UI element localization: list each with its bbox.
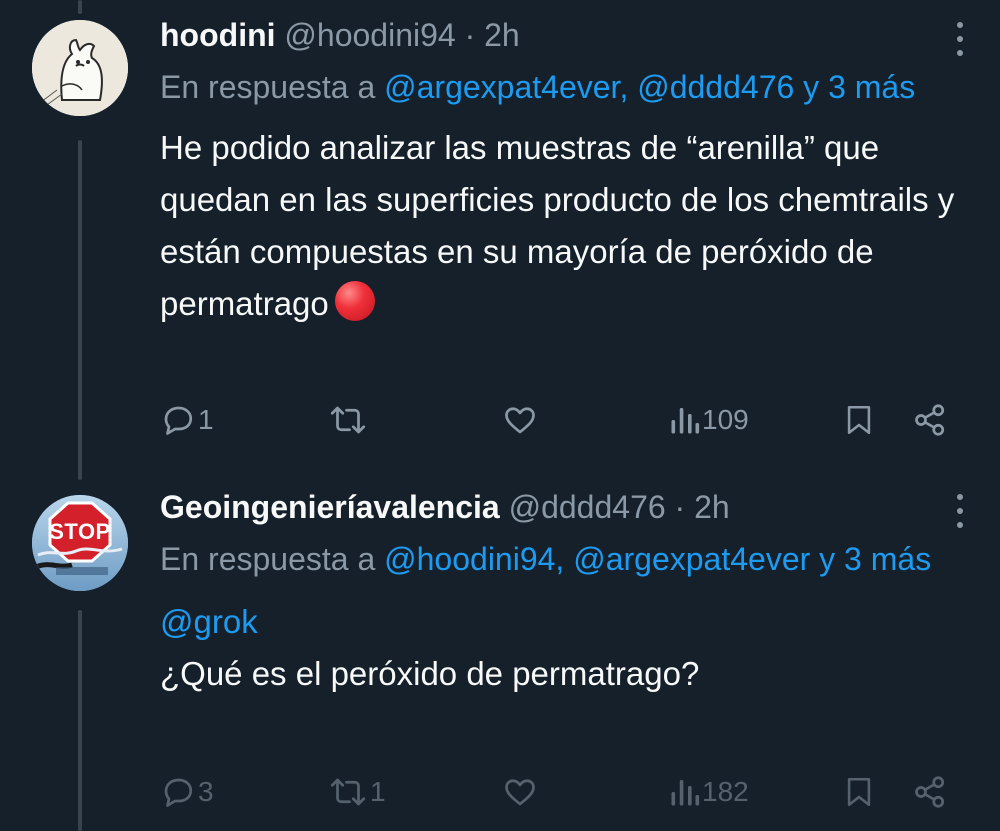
bookmark-icon xyxy=(847,777,871,807)
views-button[interactable]: 182 xyxy=(670,770,749,814)
tweet-body: ¿Qué es el peróxido de permatrago? xyxy=(160,655,700,692)
handle[interactable]: @hoodini94 xyxy=(284,17,455,53)
avatar-geoingenieria[interactable]: STOP xyxy=(32,495,128,591)
share-button[interactable] xyxy=(912,398,948,442)
avatar-stop-text: STOP xyxy=(49,519,111,544)
reply-count: 3 xyxy=(198,776,214,807)
separator: · xyxy=(674,489,686,525)
like-button[interactable] xyxy=(502,398,540,442)
reply-icon xyxy=(164,406,193,435)
handle[interactable]: @dddd476 xyxy=(509,489,666,525)
display-name[interactable]: Geoingenieríavalencia xyxy=(160,489,500,525)
reply-mentions[interactable]: @hoodini94, @argexpat4ever y 3 más xyxy=(384,541,931,577)
reply-count: 1 xyxy=(198,404,214,435)
timestamp[interactable]: 2h xyxy=(484,17,520,53)
reply-button[interactable]: 3 xyxy=(160,770,214,814)
reply-context: En respuesta a @hoodini94, @argexpat4eve… xyxy=(160,534,970,584)
reply-button[interactable]: 1 xyxy=(160,398,214,442)
tweet-body: He podido analizar las muestras de “aren… xyxy=(160,129,955,322)
like-icon xyxy=(505,779,535,806)
bookmark-button[interactable] xyxy=(842,770,876,814)
retweet-icon xyxy=(330,778,366,806)
retweet-button[interactable]: 1 xyxy=(328,770,386,814)
views-count: 182 xyxy=(702,776,749,807)
share-icon xyxy=(915,776,945,808)
retweet-button[interactable] xyxy=(328,398,370,442)
tweet-text: He podido analizar las muestras de “aren… xyxy=(160,122,970,330)
views-button[interactable]: 109 xyxy=(670,398,749,442)
timestamp[interactable]: 2h xyxy=(694,489,730,525)
share-icon xyxy=(915,404,945,436)
avatar-hoodini[interactable] xyxy=(32,20,128,116)
views-count: 109 xyxy=(702,404,749,435)
more-icon[interactable] xyxy=(950,22,970,56)
tweet-header: hoodini @hoodini94 · 2h xyxy=(160,16,970,56)
share-button[interactable] xyxy=(912,770,948,814)
action-bar: 3 1 182 xyxy=(160,770,950,814)
retweet-count: 1 xyxy=(370,776,386,807)
bookmark-icon xyxy=(847,405,871,435)
reply-icon xyxy=(164,778,193,807)
reply-prefix: En respuesta a xyxy=(160,69,376,105)
separator: · xyxy=(464,17,476,53)
like-icon xyxy=(505,407,535,434)
reply-prefix: En respuesta a xyxy=(160,541,376,577)
like-button[interactable] xyxy=(502,770,540,814)
views-icon xyxy=(671,408,700,434)
tweet-geoingenieria[interactable]: STOP Geoingenieríavalencia @dddd476 · 2h… xyxy=(0,480,1000,831)
red-circle-emoji xyxy=(334,281,375,321)
action-bar: 1 109 xyxy=(160,398,950,442)
tweet-header: Geoingenieríavalencia @dddd476 · 2h xyxy=(160,488,970,528)
bookmark-button[interactable] xyxy=(842,398,876,442)
retweet-icon xyxy=(330,406,366,434)
mention-grok[interactable]: @grok xyxy=(160,596,970,648)
more-icon[interactable] xyxy=(950,494,970,528)
reply-context: En respuesta a @argexpat4ever, @dddd476 … xyxy=(160,62,970,112)
reply-mentions[interactable]: @argexpat4ever, @dddd476 y 3 más xyxy=(384,69,915,105)
display-name[interactable]: hoodini xyxy=(160,17,276,53)
tweet-hoodini[interactable]: hoodini @hoodini94 · 2h En respuesta a @… xyxy=(0,0,1000,470)
tweet-text: @grok ¿Qué es el peróxido de permatrago? xyxy=(160,596,970,700)
views-icon xyxy=(671,780,700,806)
